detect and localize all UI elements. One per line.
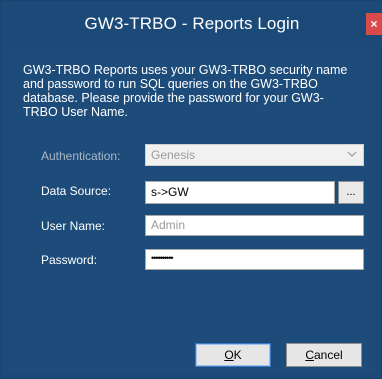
user-name-input[interactable]: Admin bbox=[145, 215, 364, 236]
ok-accelerator: O bbox=[224, 348, 234, 362]
password-label: Password: bbox=[41, 253, 98, 267]
close-button[interactable]: × bbox=[366, 13, 382, 35]
user-name-value: Admin bbox=[151, 218, 186, 232]
close-icon: × bbox=[370, 17, 378, 31]
authentication-select[interactable]: Genesis bbox=[145, 144, 364, 166]
password-input[interactable]: •••••••••• bbox=[145, 249, 364, 270]
description-text: GW3-TRBO Reports uses your GW3-TRBO secu… bbox=[23, 63, 348, 119]
ok-button[interactable]: OK bbox=[195, 343, 271, 367]
password-mask: •••••••••• bbox=[151, 253, 173, 263]
cancel-button[interactable]: Cancel bbox=[286, 343, 362, 367]
user-name-label: User Name: bbox=[41, 219, 106, 233]
dialog-title: GW3-TRBO - Reports Login bbox=[84, 14, 300, 33]
data-source-value: s->GW bbox=[151, 185, 189, 199]
cancel-accelerator: C bbox=[305, 348, 314, 362]
authentication-label: Authentication: bbox=[41, 149, 121, 163]
title-bar: GW3-TRBO - Reports Login × bbox=[1, 1, 382, 47]
ok-label-rest: K bbox=[233, 348, 242, 362]
data-source-label: Data Source: bbox=[41, 184, 112, 198]
authentication-value: Genesis bbox=[151, 148, 196, 162]
reports-login-dialog: GW3-TRBO - Reports Login × GW3-TRBO Repo… bbox=[0, 0, 382, 379]
cancel-label-rest: ancel bbox=[313, 348, 343, 362]
browse-button[interactable]: ... bbox=[338, 181, 364, 204]
data-source-input[interactable]: s->GW bbox=[145, 181, 335, 204]
chevron-down-icon bbox=[347, 149, 357, 159]
